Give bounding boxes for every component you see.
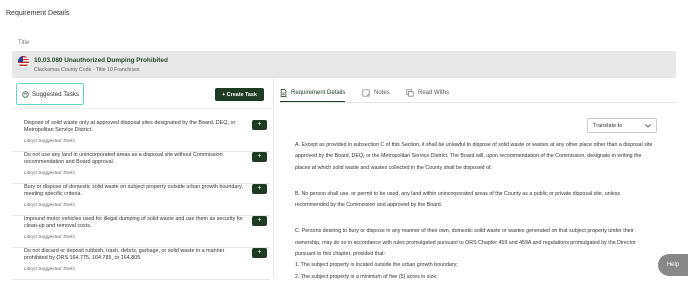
task-text: Impound motor vehicles used for illegal …	[24, 216, 244, 230]
task-source: Libryo Suggested Tasks	[24, 235, 76, 240]
title-label: Title	[18, 40, 30, 46]
requirement-title: 10.03.080 Unauthorized Dumping Prohibite…	[34, 57, 168, 64]
task-text: Dispose of solid waste only at approved …	[24, 120, 236, 134]
add-task-button[interactable]: +	[252, 184, 267, 194]
add-task-button[interactable]: +	[252, 216, 267, 226]
task-source: Libryo Suggested Tasks	[24, 267, 76, 272]
tab-read-withs-label: Read Withs	[418, 90, 450, 96]
task-item: Impound motor vehicles used for illegal …	[12, 216, 270, 248]
help-button[interactable]: Help	[658, 254, 688, 276]
task-list: Dispose of solid waste only at approved …	[12, 120, 270, 280]
paragraph-c2: 2. The subject property is a minimum of …	[295, 273, 438, 280]
tab-read-withs[interactable]: Read Withs	[406, 84, 449, 102]
page-header: Requirement Details	[6, 10, 70, 17]
us-flag-icon	[18, 56, 29, 67]
detail-tabs: Requirement Details Notes Read Withs	[280, 84, 676, 103]
document-icon	[280, 88, 287, 97]
tab-notes-label: Notes	[374, 90, 390, 96]
task-item: Do not discard or deposit rubbish, trash…	[12, 248, 270, 280]
requirement-subtitle: Clackamas County Code - Title 10 Franchi…	[34, 67, 140, 73]
paragraph-a: A. Except as provided in subsection C of…	[295, 142, 653, 171]
requirement-text: A. Except as provided in subsection C of…	[295, 140, 655, 283]
tab-requirement-details-label: Requirement Details	[291, 89, 346, 96]
tab-notes[interactable]: Notes	[362, 84, 390, 102]
tab-suggested-tasks[interactable]: Suggested Tasks	[16, 83, 84, 105]
create-task-button[interactable]: + Create Task	[215, 88, 264, 101]
translate-select[interactable]: Translate to	[587, 118, 657, 133]
note-icon	[362, 89, 370, 97]
task-source: Libryo Suggested Tasks	[24, 139, 76, 144]
add-task-button[interactable]: +	[252, 248, 267, 258]
tab-divider	[12, 108, 274, 109]
task-source: Libryo Suggested Tasks	[24, 203, 76, 208]
requirement-title-bar[interactable]: 10.03.080 Unauthorized Dumping Prohibite…	[12, 51, 676, 78]
tab-suggested-tasks-label: Suggested Tasks	[32, 90, 80, 98]
paragraph-b: B. No person shall use, or permit to be …	[295, 190, 621, 209]
paragraph-c: C. Persons desiring to bury or dispose i…	[295, 228, 636, 258]
tabs-underline	[280, 102, 676, 103]
task-text: Do not discard or deposit rubbish, trash…	[24, 248, 225, 262]
tab-requirement-details[interactable]: Requirement Details	[280, 84, 346, 102]
add-task-button[interactable]: +	[252, 152, 267, 162]
task-source: Libryo Suggested Tasks	[24, 171, 76, 176]
suggested-tasks-icon	[22, 90, 29, 98]
task-text: Bury or dispose of domestic solid waste …	[24, 184, 243, 198]
translate-select-label: Translate to	[593, 122, 623, 129]
paragraph-c1: 1. The subject property is located outsi…	[295, 262, 458, 269]
chevron-down-icon	[645, 123, 651, 128]
read-withs-icon	[406, 89, 414, 97]
task-item: Dispose of solid waste only at approved …	[12, 120, 270, 152]
task-item: Bury or dispose of domestic solid waste …	[12, 184, 270, 216]
add-task-button[interactable]: +	[252, 120, 267, 130]
task-text: Do not use any land in unincorporated ar…	[24, 152, 223, 166]
task-item: Do not use any land in unincorporated ar…	[12, 152, 270, 184]
